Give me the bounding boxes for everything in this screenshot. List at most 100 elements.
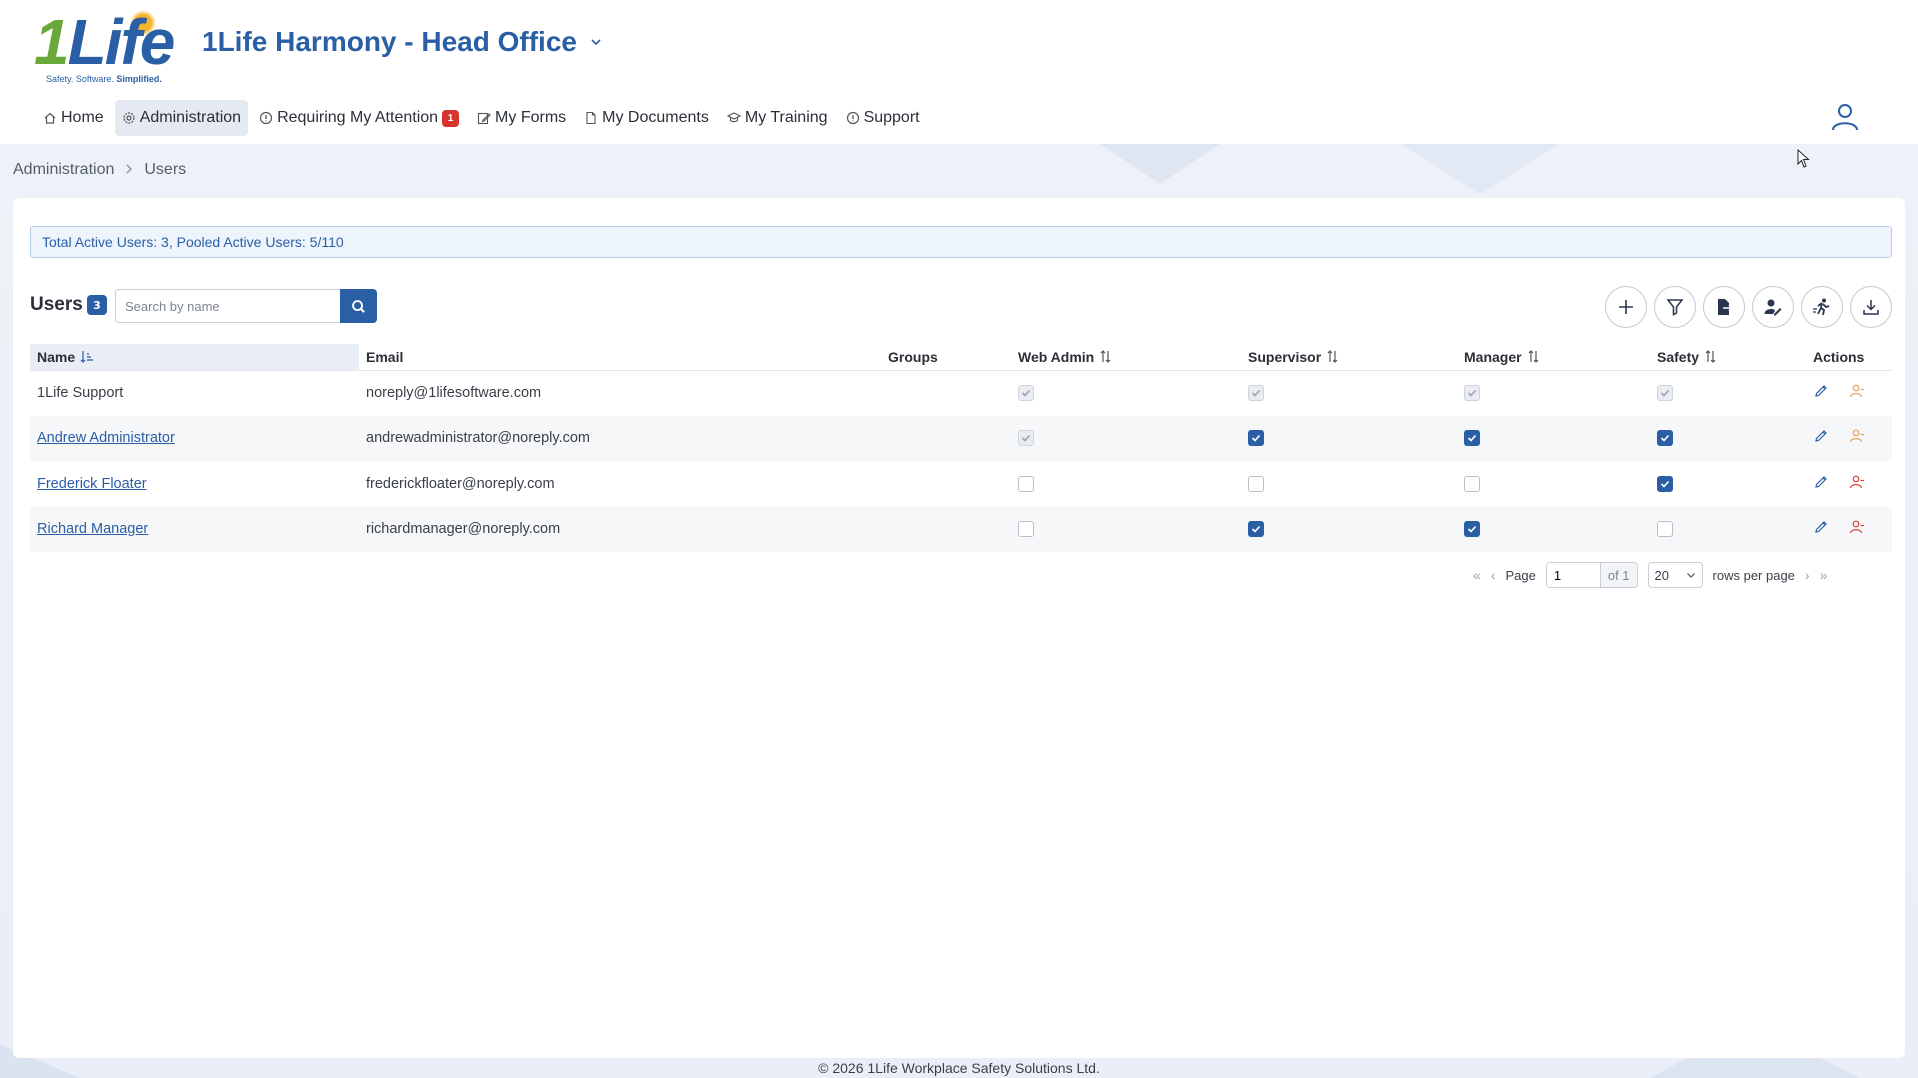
supervisor-cell <box>1241 370 1457 416</box>
prev-page-button[interactable]: ‹ <box>1491 567 1496 583</box>
sort-icon <box>1705 349 1716 363</box>
page-label: Page <box>1505 567 1536 583</box>
user-name-link[interactable]: Richard Manager <box>37 521 148 537</box>
user-name-cell: Frederick Floater <box>30 461 359 507</box>
checkmark-icon <box>1467 526 1477 533</box>
main-nav: Home Administration Requiring My Attenti… <box>36 100 927 136</box>
move-users-button[interactable] <box>1801 286 1843 328</box>
first-page-button[interactable]: « <box>1473 567 1481 583</box>
safety-checkbox[interactable] <box>1657 430 1673 447</box>
user-groups-cell <box>881 415 1011 461</box>
file-import-icon <box>1718 299 1734 315</box>
plus-icon <box>1619 300 1633 314</box>
page-number-input[interactable] <box>1546 563 1600 587</box>
document-icon <box>586 111 596 125</box>
nav-home-label: Home <box>61 109 104 126</box>
nav-home[interactable]: Home <box>36 100 111 136</box>
pagination: « ‹ Page of 1 20 rows per page › » <box>1473 561 1827 589</box>
web-admin-checkbox[interactable] <box>1018 475 1034 492</box>
user-email-cell: frederickfloater@noreply.com <box>366 475 555 492</box>
col-supervisor-header[interactable]: Supervisor <box>1241 344 1457 371</box>
manager-cell <box>1457 461 1650 507</box>
nav-my-documents[interactable]: My Documents <box>577 100 716 136</box>
sort-icon <box>1100 349 1111 363</box>
logo-text: 1Life <box>34 6 175 78</box>
filter-button[interactable] <box>1654 286 1696 328</box>
web-admin-checkbox <box>1018 430 1034 447</box>
logo-tagline: Safety. Software. Simplified. <box>46 74 162 84</box>
nav-requiring-attention[interactable]: Requiring My Attention 1 <box>252 100 466 136</box>
manager-checkbox[interactable] <box>1464 521 1480 538</box>
col-safety-header[interactable]: Safety <box>1650 344 1806 371</box>
user-name-cell: Richard Manager <box>30 506 359 552</box>
table-row: 1Life Support noreply@1lifesoftware.com <box>30 370 1892 416</box>
toolbar-actions <box>1605 286 1892 328</box>
manager-cell <box>1457 415 1650 461</box>
nav-my-documents-label: My Documents <box>602 109 709 126</box>
user-edit-icon <box>1764 299 1782 316</box>
checkmark-icon <box>1251 526 1261 533</box>
deactivate-user-icon[interactable] <box>1849 428 1865 444</box>
supervisor-checkbox[interactable] <box>1248 475 1264 492</box>
user-name-cell: 1Life Support <box>37 385 124 401</box>
supervisor-checkbox <box>1248 385 1264 402</box>
add-user-button[interactable] <box>1605 286 1647 328</box>
rows-per-page-value: 20 <box>1654 567 1669 583</box>
manager-checkbox[interactable] <box>1464 475 1480 492</box>
info-icon <box>846 111 859 125</box>
checkmark-icon <box>1251 435 1261 442</box>
company-logo[interactable]: 1Life Safety. Software. Simplified. <box>34 6 175 84</box>
search-input[interactable] <box>115 289 341 323</box>
edit-users-button[interactable] <box>1752 286 1794 328</box>
col-name-header[interactable]: Name <box>30 344 359 371</box>
nav-administration[interactable]: Administration <box>114 100 249 136</box>
breadcrumb-current: Users <box>144 161 187 178</box>
user-email-cell: richardmanager@noreply.com <box>359 506 881 552</box>
user-name-link[interactable]: Frederick Floater <box>37 476 147 492</box>
page-number-box: of 1 <box>1545 562 1638 588</box>
deactivate-user-icon[interactable] <box>1849 519 1865 535</box>
mouse-cursor-icon <box>1797 149 1810 168</box>
search-button[interactable] <box>340 289 377 323</box>
users-card: Total Active Users: 3, Pooled Active Use… <box>13 198 1905 1058</box>
person-running-icon <box>1813 298 1830 316</box>
nav-support[interactable]: Support <box>839 100 927 136</box>
manager-checkbox[interactable] <box>1464 430 1480 447</box>
chevron-down-icon <box>591 39 601 46</box>
next-page-button[interactable]: › <box>1805 567 1810 583</box>
nav-my-training[interactable]: My Training <box>720 100 835 136</box>
web-admin-checkbox <box>1018 385 1034 402</box>
import-button[interactable] <box>1703 286 1745 328</box>
breadcrumb-separator <box>124 161 134 179</box>
rows-per-page-select[interactable]: 20 <box>1647 562 1703 588</box>
web-admin-checkbox[interactable] <box>1018 521 1034 538</box>
col-manager-header[interactable]: Manager <box>1457 344 1650 371</box>
supervisor-checkbox[interactable] <box>1248 430 1264 447</box>
sort-ascending-icon <box>80 350 94 363</box>
col-web-admin-header[interactable]: Web Admin <box>1011 344 1241 371</box>
pencil-icon[interactable] <box>1813 474 1829 490</box>
table-row: Frederick Floater frederickfloater@norepl… <box>30 461 1892 507</box>
safety-checkbox[interactable] <box>1657 521 1673 538</box>
pencil-icon[interactable] <box>1813 519 1829 535</box>
supervisor-checkbox[interactable] <box>1248 521 1264 538</box>
download-icon <box>1863 300 1879 315</box>
chevron-right-icon <box>126 164 133 174</box>
download-button[interactable] <box>1850 286 1892 328</box>
user-name-link[interactable]: Andrew Administrator <box>37 430 175 446</box>
org-switcher[interactable]: 1Life Harmony - Head Office <box>202 22 603 62</box>
actions-cell <box>1806 461 1892 507</box>
col-actions-header: Actions <box>1806 344 1892 371</box>
deactivate-user-icon[interactable] <box>1849 474 1865 490</box>
checkmark-icon <box>1467 435 1477 442</box>
users-count-badge: 3 <box>87 295 107 315</box>
user-profile-icon[interactable] <box>1828 100 1862 134</box>
deactivate-user-icon[interactable] <box>1849 383 1865 399</box>
pencil-icon[interactable] <box>1813 428 1829 444</box>
nav-my-forms[interactable]: My Forms <box>470 100 573 136</box>
breadcrumb-parent[interactable]: Administration <box>13 161 114 179</box>
pencil-icon[interactable] <box>1813 383 1829 399</box>
safety-checkbox[interactable] <box>1657 475 1673 492</box>
col-groups-header: Groups <box>881 344 1011 371</box>
last-page-button[interactable]: » <box>1820 567 1828 583</box>
